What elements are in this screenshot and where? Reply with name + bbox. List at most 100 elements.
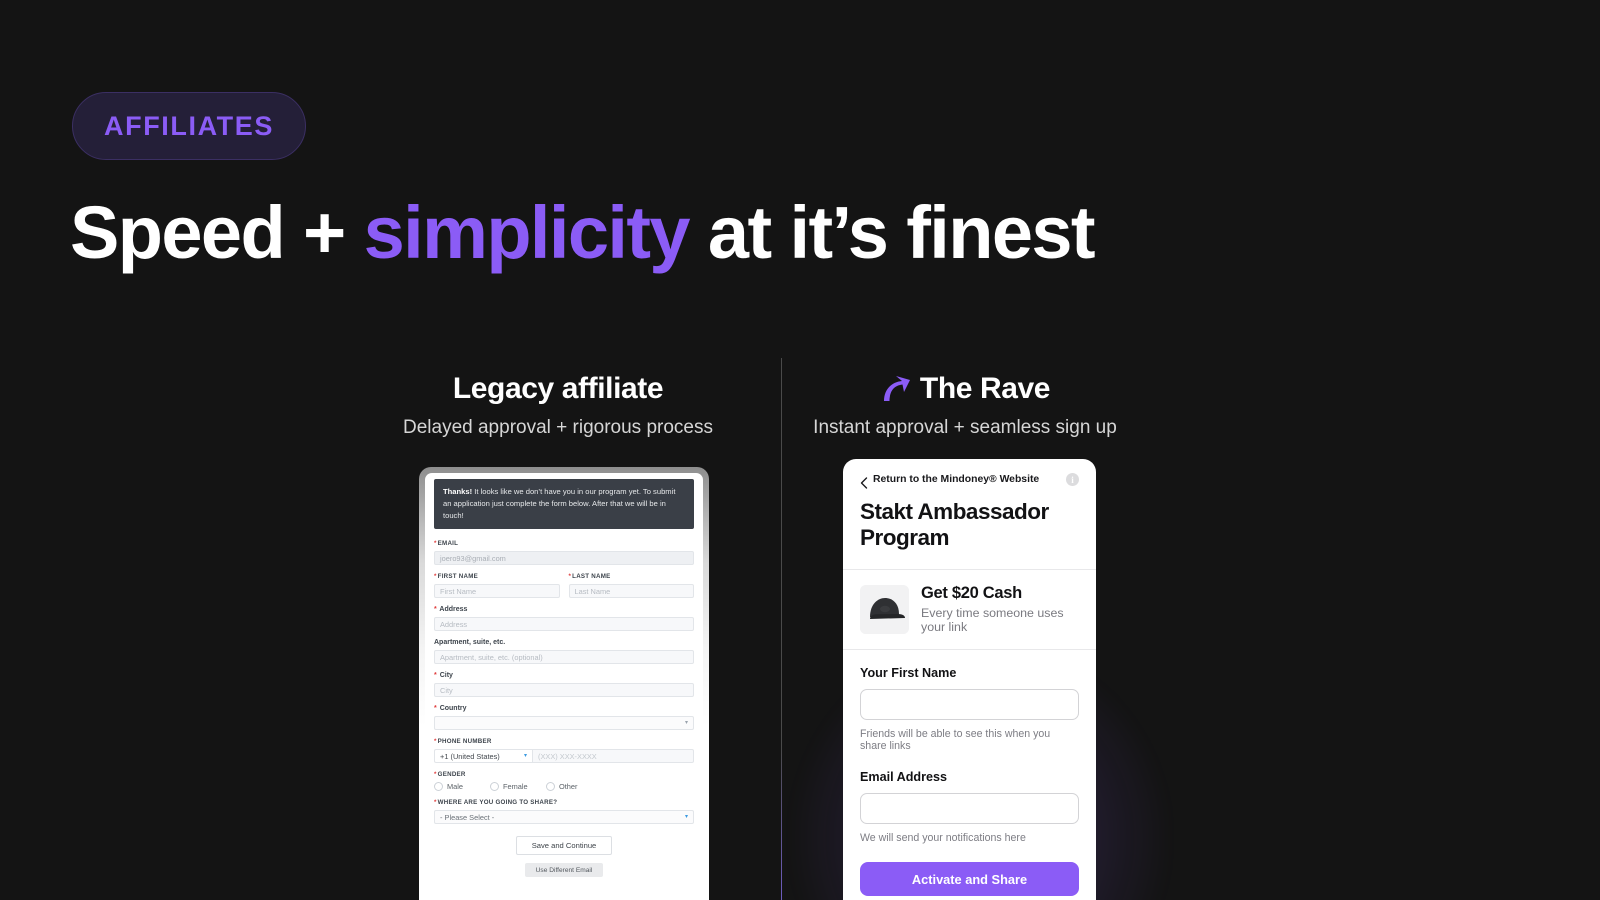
legacy-notice-bold: Thanks! xyxy=(443,487,473,496)
legacy-phone-row: +1 (United States) ▾ (XXX) XXX-XXXX xyxy=(434,749,694,764)
legacy-country-code-select[interactable]: +1 (United States) ▾ xyxy=(434,749,532,764)
rave-card-nav: Return to the Mindoney® Website i xyxy=(860,473,1079,489)
affiliates-comparison-page: AFFILIATES Speed + simplicity at it’s fi… xyxy=(0,0,1600,900)
legacy-city-label: * City xyxy=(434,672,694,679)
required-asterisk: * xyxy=(434,738,437,746)
legacy-notice-banner: Thanks! It looks like we don’t have you … xyxy=(434,479,694,530)
legacy-city-input[interactable]: City xyxy=(434,683,694,698)
legacy-gender-field: *GENDER Male Female Other xyxy=(434,771,694,792)
required-asterisk: * xyxy=(434,540,437,548)
legacy-gender-option-male[interactable]: Male xyxy=(434,782,483,792)
legacy-phone-label: *PHONE NUMBER xyxy=(434,738,694,745)
affiliates-badge: AFFILIATES xyxy=(72,92,306,160)
legacy-apartment-input[interactable]: Apartment, suite, etc. (optional) xyxy=(434,650,694,665)
headline-part-two: at it’s finest xyxy=(688,191,1096,274)
rave-email-help: We will send your notifications here xyxy=(860,832,1026,845)
legacy-city-field: * City City xyxy=(434,672,694,698)
info-icon[interactable]: i xyxy=(1066,473,1079,486)
chevron-down-icon: ▾ xyxy=(684,720,688,727)
legacy-share-select[interactable]: - Please Select - ▾ xyxy=(434,810,694,825)
legacy-address-input[interactable]: Address xyxy=(434,617,694,632)
headline-accent: simplicity xyxy=(363,191,691,274)
legacy-save-continue-button[interactable]: Save and Continue xyxy=(516,836,612,856)
legacy-last-name-label: *LAST NAME xyxy=(569,573,695,580)
legacy-gender-option-female[interactable]: Female xyxy=(490,782,539,792)
legacy-gender-option-label: Female xyxy=(503,782,528,792)
legacy-share-value: - Please Select - xyxy=(440,812,495,822)
required-asterisk: * xyxy=(434,799,437,807)
legacy-first-name-label: *FIRST NAME xyxy=(434,573,560,580)
required-asterisk: * xyxy=(434,672,437,680)
legacy-address-label: * Address xyxy=(434,606,694,613)
legacy-city-label-text: City xyxy=(439,672,453,680)
legacy-email-field: *EMAIL joero93@gmail.com xyxy=(434,540,694,566)
legacy-country-code-value: +1 (United States) xyxy=(440,751,500,761)
legacy-last-name-label-text: LAST NAME xyxy=(572,573,611,581)
legacy-email-label-text: EMAIL xyxy=(437,540,459,548)
required-asterisk: * xyxy=(434,573,437,581)
page-title: Speed + simplicity at it’s finest xyxy=(70,196,1096,270)
legacy-apartment-label: Apartment, suite, etc. xyxy=(434,639,506,647)
legacy-country-label: * Country xyxy=(434,705,694,712)
rave-activate-share-button[interactable]: Activate and Share xyxy=(860,862,1079,897)
legacy-column-title: Legacy affiliate xyxy=(452,372,664,405)
rave-first-name-input[interactable] xyxy=(860,689,1079,721)
legacy-gender-label: *GENDER xyxy=(434,771,694,778)
radio-icon xyxy=(490,782,499,792)
rave-offer-text: Get $20 Cash Every time someone uses you… xyxy=(921,584,1079,634)
baseball-cap-image xyxy=(860,584,909,634)
legacy-first-name-label-text: FIRST NAME xyxy=(437,573,478,581)
affiliates-badge-label: AFFILIATES xyxy=(104,110,274,141)
rave-card-header: Return to the Mindoney® Website i Stakt … xyxy=(843,459,1096,569)
legacy-card-bezel: Thanks! It looks like we don’t have you … xyxy=(419,467,709,900)
legacy-name-row: *FIRST NAME First Name *LAST NAME Last N… xyxy=(434,573,694,606)
legacy-address-label-text: Address xyxy=(439,606,468,614)
chevron-left-icon xyxy=(860,476,868,489)
legacy-last-name-field: *LAST NAME Last Name xyxy=(568,573,695,599)
rave-signup-form: Your First Name Friends will be able to … xyxy=(843,650,1096,897)
legacy-gender-option-label: Male xyxy=(447,782,464,792)
legacy-phone-label-text: PHONE NUMBER xyxy=(437,738,492,746)
rave-card-title: Stakt Ambassador Program xyxy=(860,499,1049,551)
rave-column-title-row: The Rave xyxy=(790,372,1140,406)
legacy-share-label-text: WHERE ARE YOU GOING TO SHARE? xyxy=(437,799,558,807)
rave-first-name-help: Friends will be able to see this when yo… xyxy=(860,728,1051,753)
legacy-last-name-input[interactable]: Last Name xyxy=(568,584,694,599)
rave-offer-title: Get $20 Cash xyxy=(921,584,1022,603)
chevron-down-icon: ▾ xyxy=(523,753,527,760)
required-asterisk: * xyxy=(568,573,572,581)
legacy-share-label: *WHERE ARE YOU GOING TO SHARE? xyxy=(434,799,694,806)
legacy-phone-input[interactable]: (XXX) XXX-XXXX xyxy=(532,749,694,764)
legacy-gender-option-other[interactable]: Other xyxy=(546,782,595,792)
radio-icon xyxy=(434,782,443,792)
legacy-affiliate-form-card: Thanks! It looks like we don’t have you … xyxy=(419,467,709,900)
legacy-email-input[interactable]: joero93@gmail.com xyxy=(434,551,694,566)
required-asterisk: * xyxy=(434,705,437,713)
headline-part-one: Speed + xyxy=(70,191,364,274)
legacy-notice-text: It looks like we don’t have you in our p… xyxy=(443,487,676,520)
column-divider xyxy=(781,358,782,900)
rave-first-name-label: Your First Name xyxy=(860,666,957,681)
required-asterisk: * xyxy=(434,606,437,614)
legacy-use-different-email-button[interactable]: Use Different Email xyxy=(525,863,603,878)
rave-offer-subtitle: Every time someone uses your link xyxy=(921,606,1064,635)
legacy-email-label: *EMAIL xyxy=(434,540,694,547)
legacy-country-select[interactable]: ▾ xyxy=(434,716,694,731)
legacy-share-field: *WHERE ARE YOU GOING TO SHARE? - Please … xyxy=(434,799,694,825)
rave-column-subtitle: Instant approval + seamless sign up xyxy=(813,417,1117,438)
rave-back-link[interactable]: Return to the Mindoney® Website xyxy=(860,474,1039,489)
legacy-country-field: * Country ▾ xyxy=(434,705,694,731)
rave-email-input[interactable] xyxy=(860,793,1079,825)
legacy-first-name-field: *FIRST NAME First Name xyxy=(434,573,560,599)
rave-signup-card: Return to the Mindoney® Website i Stakt … xyxy=(843,459,1096,900)
legacy-first-name-input[interactable]: First Name xyxy=(434,584,560,599)
legacy-gender-option-label: Other xyxy=(559,782,578,792)
chevron-down-icon: ▾ xyxy=(684,814,688,821)
legacy-column-heading: Legacy affiliate Delayed approval + rigo… xyxy=(340,372,776,439)
legacy-gender-radio-group: Male Female Other xyxy=(434,782,694,792)
legacy-country-label-text: Country xyxy=(439,705,467,713)
rave-arrow-icon xyxy=(880,374,912,404)
legacy-apartment-field: Apartment, suite, etc. Apartment, suite,… xyxy=(434,639,694,665)
rave-email-label: Email Address xyxy=(860,770,948,785)
rave-column-heading: The Rave Instant approval + seamless sig… xyxy=(790,372,1140,439)
